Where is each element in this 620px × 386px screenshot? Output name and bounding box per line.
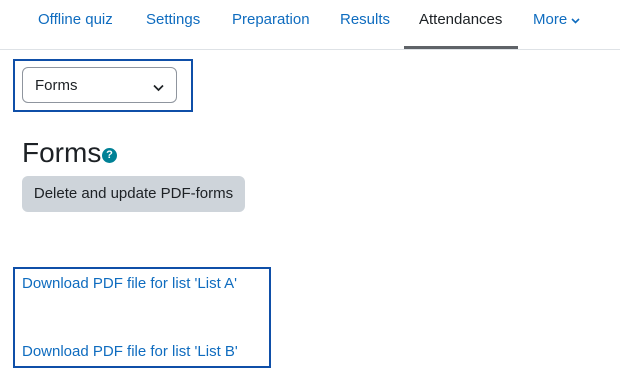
tab-results[interactable]: Results <box>340 0 390 49</box>
chevron-down-icon <box>153 79 164 97</box>
download-list-b-link[interactable]: Download PDF file for list 'List B' <box>22 343 238 360</box>
tab-settings[interactable]: Settings <box>146 0 200 49</box>
tab-preparation[interactable]: Preparation <box>232 0 310 49</box>
delete-update-pdf-forms-button[interactable]: Delete and update PDF-forms <box>22 176 245 212</box>
tab-attendances[interactable]: Attendances <box>403 0 519 49</box>
page-title: Forms <box>22 137 102 168</box>
tab-more-label: More <box>533 11 568 28</box>
tab-more[interactable]: More <box>533 0 580 49</box>
secondary-navigation: Offline quiz Settings Preparation Result… <box>0 0 620 50</box>
page-select-dropdown[interactable]: Forms <box>22 67 177 103</box>
select-value: Forms <box>35 77 78 94</box>
help-icon[interactable]: ? <box>102 148 117 163</box>
chevron-down-icon <box>571 0 580 40</box>
tab-offline-quiz[interactable]: Offline quiz <box>38 0 113 49</box>
download-list-a-link[interactable]: Download PDF file for list 'List A' <box>22 275 237 292</box>
